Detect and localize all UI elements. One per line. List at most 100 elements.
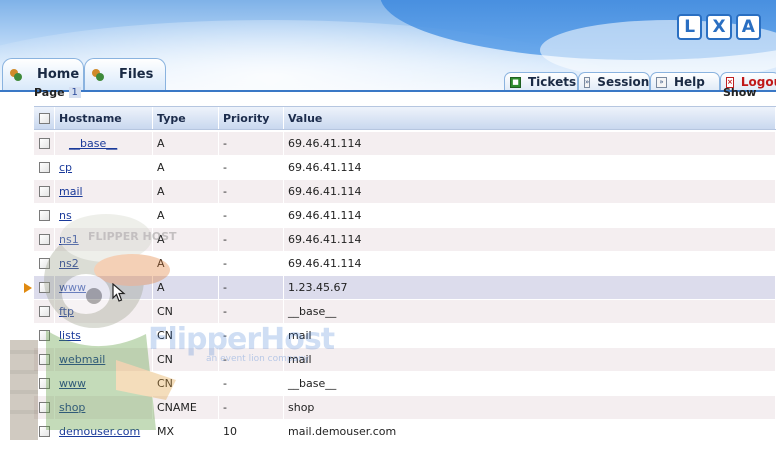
tab-files[interactable]: Files (84, 58, 166, 90)
record-type: A (153, 276, 219, 299)
table-row: webmail CN - mail (34, 348, 776, 372)
hostname-link[interactable]: demouser.com (59, 425, 140, 438)
pager-label: Page (34, 86, 65, 99)
column-header-value[interactable]: Value (284, 107, 776, 129)
tickets-icon: ■ (510, 76, 521, 88)
record-type: CN (153, 300, 219, 323)
tab-tickets-label: Tickets (528, 75, 577, 89)
record-priority: - (219, 204, 284, 227)
record-value: __base__ (284, 300, 776, 323)
row-checkbox[interactable] (38, 138, 50, 149)
row-checkbox[interactable] (38, 234, 50, 245)
table-row: cp A - 69.46.41.114 (34, 156, 776, 180)
logo-letter: A (735, 14, 761, 40)
record-priority: - (219, 300, 284, 323)
tab-help-label: Help (674, 75, 705, 89)
row-checkbox[interactable] (38, 282, 50, 293)
tab-home-label: Home (37, 67, 80, 82)
record-value: 69.46.41.114 (284, 156, 776, 179)
hostname-link[interactable]: webmail (59, 353, 105, 366)
current-row-pointer-icon (24, 283, 32, 293)
select-all-cell (34, 107, 55, 129)
record-type: A (153, 252, 219, 275)
row-checkbox[interactable] (38, 306, 50, 317)
flipperhost-watermark-tagline: an event lion company (206, 354, 310, 364)
hostname-link[interactable]: ftp (59, 305, 74, 318)
hostname-link[interactable]: www (59, 377, 86, 390)
tab-help[interactable]: » Help (650, 72, 720, 91)
lxa-logo: L X A (677, 14, 761, 40)
tab-files-label: Files (119, 67, 154, 82)
table-header: Hostname Type Priority Value (34, 106, 776, 130)
tab-session[interactable]: » Session (578, 72, 650, 91)
pager: Page 1 (34, 86, 81, 99)
record-value: 69.46.41.114 (284, 252, 776, 275)
hostname-link[interactable]: www (59, 281, 86, 294)
table-row: ns2 A - 69.46.41.114 (34, 252, 776, 276)
row-checkbox[interactable] (38, 354, 50, 365)
record-value: 69.46.41.114 (284, 180, 776, 203)
record-value: mail (284, 324, 776, 347)
files-tab-icon (91, 68, 105, 82)
record-priority: - (219, 396, 284, 419)
record-priority: - (219, 372, 284, 395)
record-value: 69.46.41.114 (284, 204, 776, 227)
pager-page-1[interactable]: 1 (68, 87, 81, 98)
column-header-type[interactable]: Type (153, 107, 219, 129)
table-row: __base__ A - 69.46.41.114 (34, 132, 776, 156)
record-value: shop (284, 396, 776, 419)
record-priority: - (219, 156, 284, 179)
table-row: shop CNAME - shop (34, 396, 776, 420)
record-type: A (153, 180, 219, 203)
row-checkbox[interactable] (38, 330, 50, 341)
home-tab-icon (9, 68, 23, 82)
hostname-link[interactable]: ns1 (59, 233, 79, 246)
record-priority: - (219, 228, 284, 251)
hostname-link[interactable]: __base__ (69, 137, 117, 150)
row-checkbox[interactable] (38, 426, 50, 437)
tab-bar-divider (0, 90, 776, 92)
tab-session-label: Session (597, 75, 650, 89)
record-value: mail (284, 348, 776, 371)
record-priority: - (219, 132, 284, 155)
row-checkbox[interactable] (38, 378, 50, 389)
row-checkbox[interactable] (38, 210, 50, 221)
flipperhost-watermark-text: FlipperHost (148, 322, 335, 357)
record-type: A (153, 156, 219, 179)
record-value: 69.46.41.114 (284, 228, 776, 251)
table-row: mail A - 69.46.41.114 (34, 180, 776, 204)
table-row: ns1 A - 69.46.41.114 (34, 228, 776, 252)
row-checkbox[interactable] (38, 186, 50, 197)
record-priority: - (219, 180, 284, 203)
hostname-link[interactable]: ns2 (59, 257, 79, 270)
record-type: MX (153, 420, 219, 443)
hostname-link[interactable]: cp (59, 161, 72, 174)
logo-letter: X (706, 14, 732, 40)
row-checkbox[interactable] (38, 402, 50, 413)
column-header-hostname[interactable]: Hostname (55, 107, 153, 129)
dns-records-table: __base__ A - 69.46.41.114 cp A - 69.46.4… (34, 132, 776, 444)
column-header-priority[interactable]: Priority (219, 107, 284, 129)
select-all-checkbox[interactable] (38, 112, 50, 124)
row-checkbox[interactable] (38, 162, 50, 173)
record-value: 69.46.41.114 (284, 132, 776, 155)
tab-tickets[interactable]: ■ Tickets (504, 72, 578, 91)
table-row: demouser.com MX 10 mail.demouser.com (34, 420, 776, 444)
table-row: ftp CN - __base__ (34, 300, 776, 324)
hostname-link[interactable]: mail (59, 185, 83, 198)
show-label: Show (723, 86, 757, 99)
hostname-link[interactable]: lists (59, 329, 81, 342)
hostname-link[interactable]: ns (59, 209, 72, 222)
record-priority: - (219, 276, 284, 299)
record-type: CNAME (153, 396, 219, 419)
table-row: lists CN - mail (34, 324, 776, 348)
app-window: L X A Home Files ■ Tickets » Session » H… (0, 0, 776, 450)
help-icon: » (656, 76, 667, 88)
record-value: 1.23.45.67 (284, 276, 776, 299)
hostname-link[interactable]: shop (59, 401, 85, 414)
session-icon: » (584, 76, 591, 88)
row-checkbox[interactable] (38, 258, 50, 269)
table-row: ns A - 69.46.41.114 (34, 204, 776, 228)
record-priority: 10 (219, 420, 284, 443)
record-value: __base__ (284, 372, 776, 395)
